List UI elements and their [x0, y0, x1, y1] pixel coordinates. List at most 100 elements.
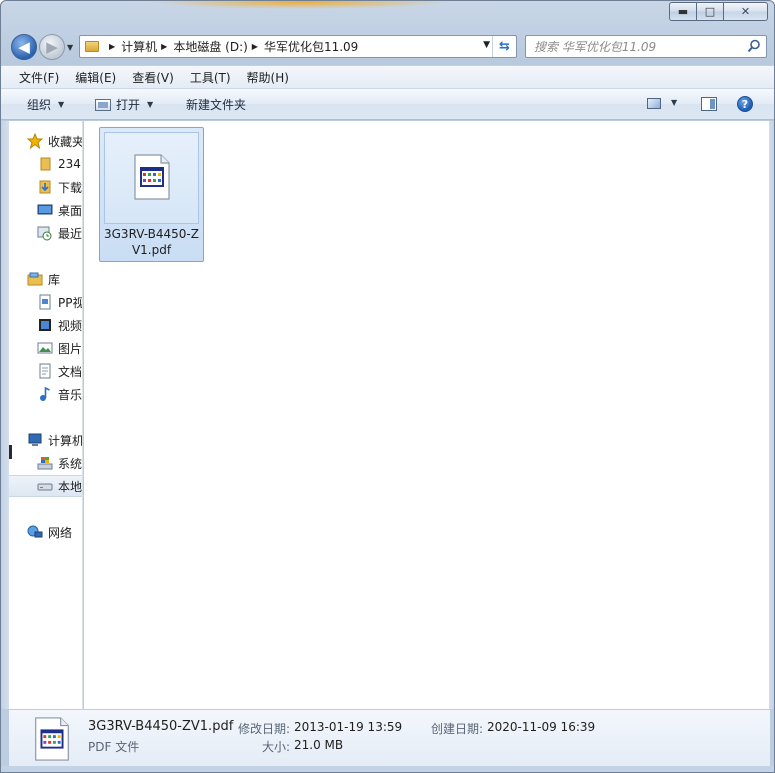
details-file-type: PDF 文件: [88, 740, 140, 754]
address-dropdown-icon[interactable]: ▼: [483, 40, 490, 50]
nav-library-pp[interactable]: PP视: [37, 291, 83, 313]
star-icon: [27, 133, 43, 149]
folder-icon: [85, 41, 99, 52]
chevron-right-icon[interactable]: ▶: [252, 42, 258, 51]
arrow-left-icon: ◀: [18, 38, 30, 56]
new-folder-label: 新建文件夹: [186, 98, 247, 112]
details-modified-value: 2013-01-19 13:59: [294, 720, 403, 734]
folder-icon: [37, 156, 53, 172]
file-name-label: 3G3RV-B4450-Z V1.pdf: [102, 226, 201, 258]
nav-label: 库: [48, 272, 61, 287]
open-icon: [95, 98, 111, 111]
title-glow: [151, 1, 451, 9]
file-list-pane: 3G3RV-B4450-Z V1.pdf: [84, 121, 769, 709]
recent-pages-dropdown-icon[interactable]: ▼: [67, 43, 73, 52]
nav-label: 音乐: [58, 387, 83, 402]
navigation-row: ◀ ▶ ▼ ▶ 计算机 ▶ 本地磁盘 (D:) ▶ 华军优化包11.09 ▼ ⇆: [1, 31, 774, 63]
nav-network[interactable]: 网络: [27, 521, 82, 543]
file-thumbnail: [104, 132, 199, 224]
document-icon: [37, 363, 53, 379]
menu-edit[interactable]: 编辑(E): [75, 69, 116, 86]
details-created-value: 2020-11-09 16:39: [487, 720, 596, 734]
file-item-pdf[interactable]: 3G3RV-B4450-Z V1.pdf: [99, 127, 204, 262]
menu-view[interactable]: 查看(V): [132, 69, 174, 86]
chevron-right-icon[interactable]: ▶: [161, 42, 167, 51]
title-bar: ▬ □ ✕: [1, 1, 774, 29]
breadcrumb-computer[interactable]: 计算机: [121, 38, 157, 55]
open-button[interactable]: 打开 ▼: [95, 96, 153, 113]
navigation-pane: 收藏夹 234 下载 桌面 最近 库 PP视 视频 图片 文档 音乐 计算机 系…: [9, 121, 83, 709]
nav-label: 系统: [58, 456, 83, 471]
nav-library-pictures[interactable]: 图片: [37, 337, 83, 359]
organize-label: 组织: [27, 98, 52, 112]
nav-favorites-234[interactable]: 234: [37, 153, 82, 175]
window-controls: ▬ □ ✕: [669, 2, 768, 21]
details-pane: 3G3RV-B4450-ZV1.pdf PDF 文件 修改日期: 2013-01…: [9, 709, 770, 766]
preview-pane-icon[interactable]: [701, 97, 717, 111]
change-view-icon[interactable]: [647, 98, 661, 109]
search-box[interactable]: [525, 35, 767, 58]
nav-label: 图片: [58, 341, 83, 356]
video-icon: [37, 317, 53, 333]
forward-button[interactable]: ▶: [39, 34, 65, 60]
search-input[interactable]: [534, 39, 744, 54]
pdf-file-icon: [35, 717, 69, 761]
nav-favorites-desktop[interactable]: 桌面: [37, 199, 83, 221]
maximize-button[interactable]: □: [696, 2, 723, 21]
nav-favorites-recent[interactable]: 最近: [37, 222, 83, 244]
nav-computer-system[interactable]: 系统: [37, 452, 83, 474]
refresh-button[interactable]: ⇆: [492, 36, 516, 57]
refresh-icon: ⇆: [499, 39, 510, 54]
nav-library-videos[interactable]: 视频: [37, 314, 83, 336]
arrow-right-icon: ▶: [46, 38, 58, 56]
details-size-label: 大小:: [262, 740, 291, 754]
nav-computer[interactable]: 计算机: [27, 429, 83, 451]
music-icon: [37, 386, 53, 402]
menu-tools[interactable]: 工具(T): [190, 69, 231, 86]
drive-icon: [37, 478, 53, 494]
search-icon[interactable]: [747, 39, 761, 53]
details-modified-label: 修改日期:: [238, 722, 291, 736]
desktop-icon: [37, 202, 53, 218]
menu-bar: 文件(F) 编辑(E) 查看(V) 工具(T) 帮助(H): [1, 65, 774, 89]
nav-label: 桌面: [58, 203, 83, 218]
splitter-handle[interactable]: [9, 445, 12, 459]
close-button[interactable]: ✕: [723, 2, 768, 21]
nav-library-music[interactable]: 音乐: [37, 383, 83, 405]
nav-label: 收藏夹: [48, 134, 83, 149]
view-options-dropdown-icon[interactable]: ▼: [671, 98, 677, 107]
picture-icon: [37, 340, 53, 356]
details-created-label: 创建日期:: [431, 722, 484, 736]
organize-button[interactable]: 组织 ▼: [27, 96, 64, 113]
nav-favorites[interactable]: 收藏夹: [27, 130, 83, 152]
nav-label: 下载: [58, 180, 83, 195]
nav-library-documents[interactable]: 文档: [37, 360, 82, 382]
nav-label: 计算机: [48, 433, 83, 448]
chevron-right-icon[interactable]: ▶: [109, 42, 115, 51]
download-folder-icon: [37, 179, 53, 195]
nav-label: 网络: [48, 525, 73, 540]
system-drive-icon: [37, 455, 53, 471]
nav-label: PP视: [58, 295, 83, 310]
nav-label: 视频: [58, 318, 83, 333]
nav-label: 本地: [58, 479, 83, 494]
chevron-down-icon: ▼: [147, 100, 154, 109]
nav-favorites-downloads[interactable]: 下载: [37, 176, 83, 198]
menu-file[interactable]: 文件(F): [19, 69, 59, 86]
minimize-button[interactable]: ▬: [669, 2, 696, 21]
open-label: 打开: [116, 98, 141, 112]
nav-libraries[interactable]: 库: [27, 268, 82, 290]
address-bar[interactable]: ▶ 计算机 ▶ 本地磁盘 (D:) ▶ 华军优化包11.09 ▼ ⇆: [79, 35, 517, 58]
computer-icon: [27, 432, 43, 448]
breadcrumb-local-disk[interactable]: 本地磁盘 (D:): [173, 38, 247, 55]
back-button[interactable]: ◀: [11, 34, 37, 60]
nav-label: 最近: [58, 226, 83, 241]
breadcrumb-current-folder[interactable]: 华军优化包11.09: [264, 38, 358, 55]
help-icon[interactable]: ?: [737, 96, 753, 112]
details-file-name: 3G3RV-B4450-ZV1.pdf: [88, 719, 234, 734]
nav-computer-local-disk[interactable]: 本地: [9, 475, 83, 497]
new-folder-button[interactable]: 新建文件夹: [186, 96, 246, 113]
command-bar: 组织 ▼ 打开 ▼ 新建文件夹 ▼ ?: [1, 89, 774, 120]
frame-bottom: [1, 766, 774, 772]
menu-help[interactable]: 帮助(H): [247, 69, 289, 86]
